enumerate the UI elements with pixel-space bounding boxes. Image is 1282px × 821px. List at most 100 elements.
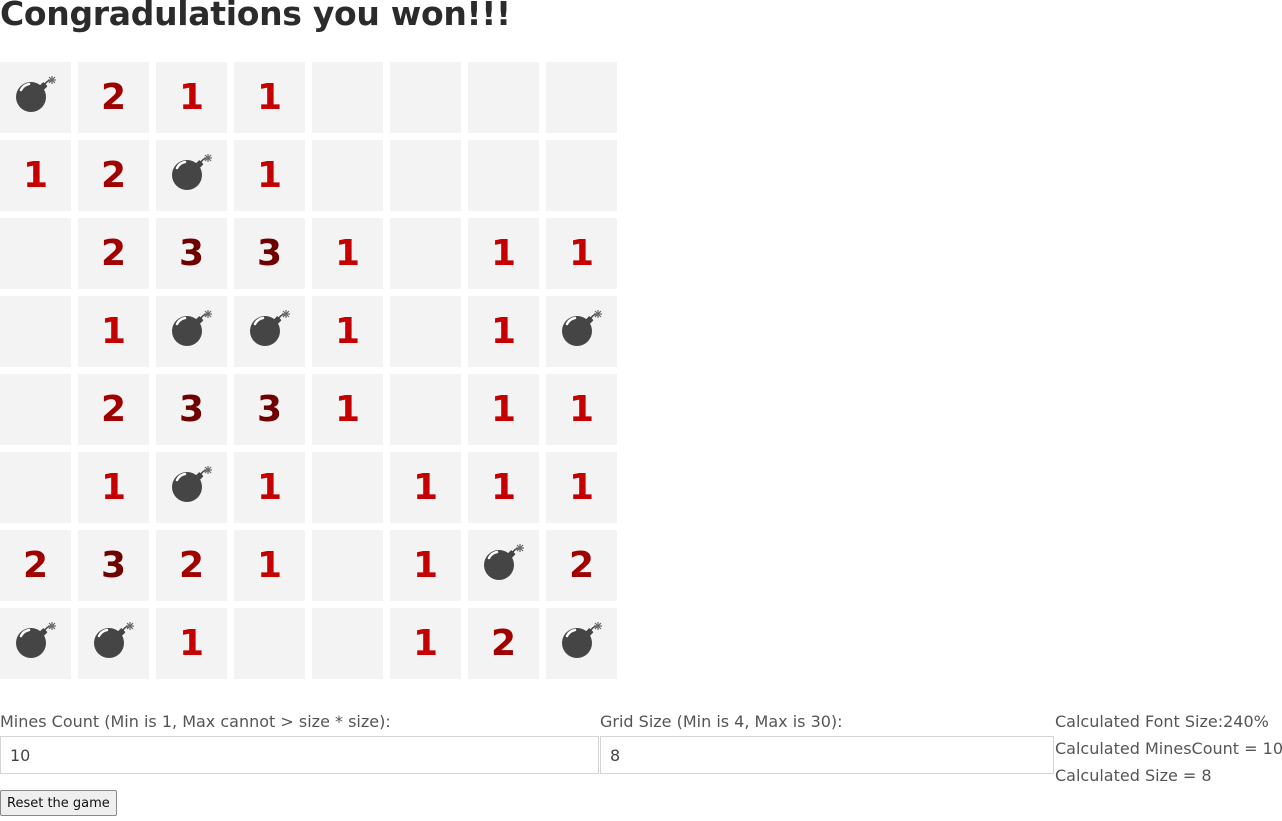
cell-number: 1	[490, 232, 517, 274]
cell-number: 1	[22, 154, 49, 196]
grid-cell[interactable]: 3	[156, 218, 227, 289]
grid-cell[interactable]	[390, 374, 461, 445]
cell-number: 1	[100, 310, 127, 352]
grid-cell[interactable]	[312, 608, 383, 679]
grid-cell[interactable]	[156, 140, 227, 211]
grid-cell[interactable]: 1	[234, 62, 305, 133]
calculated-font-size: Calculated Font Size:240%	[1055, 712, 1269, 731]
cell-number: 2	[22, 544, 49, 586]
grid-cell[interactable]	[390, 296, 461, 367]
grid-cell[interactable]	[156, 452, 227, 523]
grid-cell[interactable]	[546, 608, 617, 679]
grid-cell[interactable]	[0, 218, 71, 289]
calculated-size: Calculated Size = 8	[1055, 766, 1212, 785]
grid-cell[interactable]: 1	[468, 452, 539, 523]
cell-number: 2	[100, 232, 127, 274]
grid-cell[interactable]: 2	[78, 140, 149, 211]
cell-number: 2	[100, 388, 127, 430]
cell-number: 1	[256, 154, 283, 196]
grid-cell[interactable]: 3	[234, 374, 305, 445]
grid-cell[interactable]	[546, 296, 617, 367]
calculated-mines-count: Calculated MinesCount = 10	[1055, 739, 1282, 758]
cell-number: 1	[568, 466, 595, 508]
grid-cell[interactable]: 1	[312, 218, 383, 289]
cell-number: 1	[568, 232, 595, 274]
cell-number: 2	[178, 544, 205, 586]
cell-number: 1	[256, 544, 283, 586]
grid-cell[interactable]: 2	[468, 608, 539, 679]
cell-number: 1	[178, 76, 205, 118]
grid-cell[interactable]: 1	[234, 140, 305, 211]
cell-number: 3	[178, 232, 205, 274]
grid-cell[interactable]: 2	[546, 530, 617, 601]
grid-cell[interactable]	[546, 62, 617, 133]
grid-cell[interactable]	[312, 140, 383, 211]
grid-cell[interactable]	[390, 218, 461, 289]
grid-cell[interactable]: 2	[78, 218, 149, 289]
grid-cell[interactable]	[312, 530, 383, 601]
mines-count-input[interactable]	[0, 736, 599, 774]
grid-cell[interactable]	[0, 374, 71, 445]
grid-cell[interactable]	[0, 452, 71, 523]
grid-cell[interactable]	[0, 608, 71, 679]
grid-cell[interactable]: 1	[468, 218, 539, 289]
grid-cell[interactable]: 2	[78, 374, 149, 445]
grid-cell[interactable]: 1	[390, 530, 461, 601]
grid-cell[interactable]	[156, 296, 227, 367]
grid-cell[interactable]: 1	[390, 608, 461, 679]
grid-cell[interactable]: 3	[156, 374, 227, 445]
grid-cell[interactable]: 1	[390, 452, 461, 523]
bomb-icon	[247, 308, 293, 355]
grid-cell[interactable]: 1	[312, 296, 383, 367]
grid-cell[interactable]: 1	[468, 296, 539, 367]
cell-number: 1	[256, 466, 283, 508]
grid-cell[interactable]	[468, 530, 539, 601]
cell-number: 2	[100, 154, 127, 196]
grid-size-input[interactable]	[600, 736, 1054, 774]
bomb-icon	[481, 542, 527, 589]
reset-game-button[interactable]: Reset the game	[0, 790, 117, 816]
cell-number: 1	[256, 76, 283, 118]
grid-cell[interactable]: 1	[312, 374, 383, 445]
grid-cell[interactable]	[0, 296, 71, 367]
grid-cell[interactable]: 2	[0, 530, 71, 601]
grid-cell[interactable]: 1	[78, 452, 149, 523]
cell-number: 1	[178, 622, 205, 664]
bomb-icon	[13, 74, 59, 121]
mines-count-label: Mines Count (Min is 1, Max cannot > size…	[0, 712, 391, 731]
grid-cell[interactable]: 1	[156, 62, 227, 133]
page-title: Congradulations you won!!!	[0, 0, 511, 33]
grid-cell[interactable]: 1	[546, 218, 617, 289]
grid-cell[interactable]: 1	[78, 296, 149, 367]
grid-cell[interactable]: 3	[234, 218, 305, 289]
grid-cell[interactable]	[546, 140, 617, 211]
grid-cell[interactable]	[390, 140, 461, 211]
grid-cell[interactable]: 3	[78, 530, 149, 601]
grid-cell[interactable]: 1	[234, 452, 305, 523]
grid-cell[interactable]: 1	[546, 452, 617, 523]
grid-cell[interactable]	[312, 452, 383, 523]
bomb-icon	[169, 464, 215, 511]
grid-cell[interactable]	[312, 62, 383, 133]
grid-cell[interactable]	[390, 62, 461, 133]
cell-number: 3	[256, 232, 283, 274]
cell-number: 1	[412, 544, 439, 586]
grid-cell[interactable]	[234, 608, 305, 679]
bomb-icon	[13, 620, 59, 667]
grid-cell[interactable]	[78, 608, 149, 679]
grid-cell[interactable]	[468, 62, 539, 133]
grid-cell[interactable]: 1	[468, 374, 539, 445]
grid-cell[interactable]: 2	[156, 530, 227, 601]
cell-number: 3	[178, 388, 205, 430]
bomb-icon	[91, 620, 137, 667]
cell-number: 2	[568, 544, 595, 586]
grid-cell[interactable]: 2	[78, 62, 149, 133]
bomb-icon	[559, 620, 605, 667]
grid-cell[interactable]: 1	[0, 140, 71, 211]
grid-cell[interactable]: 1	[234, 530, 305, 601]
grid-cell[interactable]	[468, 140, 539, 211]
grid-cell[interactable]	[0, 62, 71, 133]
grid-cell[interactable]: 1	[546, 374, 617, 445]
grid-cell[interactable]	[234, 296, 305, 367]
grid-cell[interactable]: 1	[156, 608, 227, 679]
